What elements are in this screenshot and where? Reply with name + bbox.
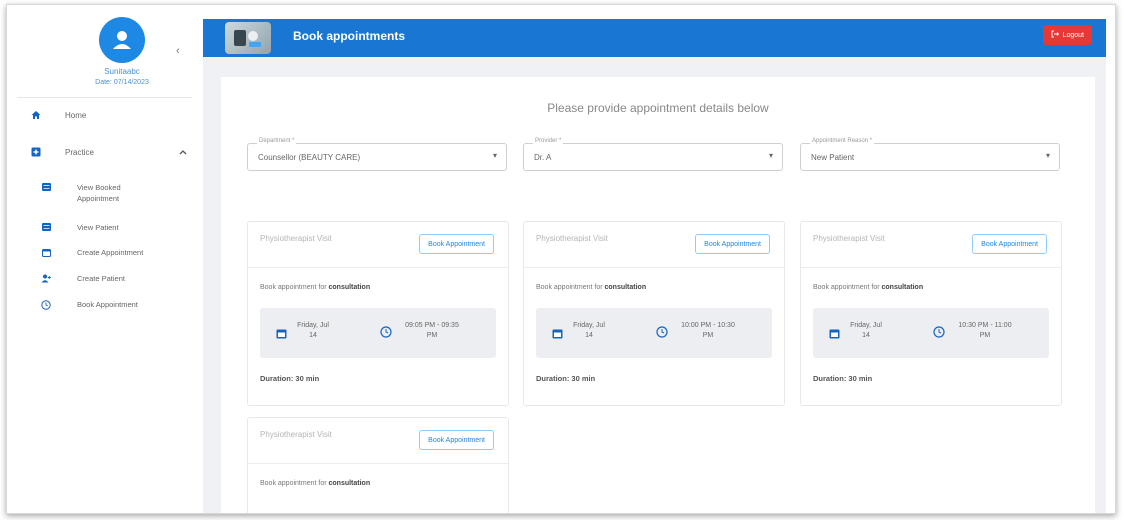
appointment-reason-select[interactable]: Appointment Reason * New Patient ▾ (800, 138, 1060, 171)
book-appointment-button[interactable]: Book Appointment (419, 234, 494, 254)
desc-bold: consultation (604, 284, 647, 291)
time-slot[interactable]: Friday, Jul 14 10:00 PM - 10:30 PM (536, 308, 772, 358)
logout-icon (1051, 30, 1059, 40)
appointment-card: Physiotherapist Visit Book Appointment B… (247, 221, 509, 406)
card-description: Book appointment for consultation (260, 284, 370, 291)
card-name: Physiotherapist Visit (813, 234, 885, 243)
department-select[interactable]: Department * Counsellor (BEAUTY CARE) ▾ (247, 138, 507, 171)
card-name: Physiotherapist Visit (260, 234, 332, 243)
clock-icon (380, 325, 392, 343)
list-icon (39, 222, 53, 231)
sidebar-item-create-appointment[interactable]: Create Appointment (39, 247, 143, 258)
card-duration: Duration: 30 min (260, 374, 320, 383)
logout-button[interactable]: Logout (1042, 25, 1092, 45)
chevron-up-icon (179, 147, 187, 157)
provider-label: Provider * (533, 138, 564, 144)
appointment-panel: Please provide appointment details below… (221, 77, 1095, 513)
card-header: Physiotherapist Visit Book Appointment (248, 222, 508, 268)
user-avatar-icon[interactable] (99, 17, 145, 63)
card-name: Physiotherapist Visit (536, 234, 608, 243)
desc-prefix: Book appointment for (536, 284, 603, 291)
sidebar-item-practice[interactable]: Practice (29, 147, 187, 157)
appointment-card: Physiotherapist Visit Book Appointment B… (247, 417, 509, 513)
card-duration: Duration: 30 min (813, 374, 873, 383)
slot-date: Friday, Jul 14 (850, 322, 882, 339)
appointment-reason-label: Appointment Reason * (810, 138, 875, 144)
appointment-card: Physiotherapist Visit Book Appointment B… (800, 221, 1062, 406)
slot-time: 10:00 PM - 10:30 PM (681, 322, 735, 339)
card-header: Physiotherapist Visit Book Appointment (524, 222, 784, 268)
calendar-icon (39, 247, 53, 257)
sidebar-divider (17, 97, 192, 98)
clock-icon (933, 325, 945, 343)
plus-box-icon (29, 147, 43, 157)
card-name: Physiotherapist Visit (260, 430, 332, 439)
app-header: Book appointments Logout (203, 19, 1106, 57)
slot-date: Friday, Jul 14 (297, 322, 329, 339)
time-slot[interactable]: Friday, Jul 14 09:05 PM - 09:35 PM (260, 308, 496, 358)
provider-value: Dr. A (534, 153, 552, 162)
user-name: Sunitaabc (104, 67, 140, 76)
card-header: Physiotherapist Visit Book Appointment (801, 222, 1061, 268)
clock-icon (656, 325, 668, 343)
app-window: ‹ Sunitaabc Date: 07/14/2023 Home Practi… (6, 4, 1116, 514)
sidebar-item-label: View Booked Appointment (77, 183, 121, 203)
sidebar-item-home[interactable]: Home (29, 110, 86, 120)
slot-date: Friday, Jul 14 (573, 322, 605, 339)
sidebar-item-label: Home (65, 110, 87, 120)
sidebar-item-label: Create Appointment (77, 248, 144, 257)
desc-bold: consultation (328, 284, 371, 291)
logout-label: Logout (1062, 31, 1084, 39)
home-icon (29, 110, 43, 120)
list-icon (39, 182, 53, 191)
desc-prefix: Book appointment for (260, 284, 327, 291)
department-value: Counsellor (BEAUTY CARE) (258, 153, 361, 162)
user-date: Date: 07/14/2023 (95, 79, 149, 86)
card-duration: Duration: 30 min (536, 374, 596, 383)
calendar-icon (829, 326, 840, 344)
dropdown-arrow-icon: ▾ (768, 151, 773, 160)
desc-bold: consultation (328, 480, 371, 487)
page-title: Book appointments (293, 29, 406, 43)
sidebar-item-view-booked-appointment[interactable]: View Booked Appointment (39, 182, 147, 204)
department-label: Department * (257, 138, 297, 144)
dropdown-arrow-icon: ▾ (492, 151, 497, 160)
card-description: Book appointment for consultation (260, 480, 370, 487)
dropdown-arrow-icon: ▾ (1045, 151, 1050, 160)
main-content: Please provide appointment details below… (203, 57, 1106, 513)
clock-icon (39, 299, 53, 310)
appointment-reason-value: New Patient (811, 153, 855, 162)
sidebar-item-label: Book Appointment (77, 300, 138, 309)
sidebar-item-create-patient[interactable]: Create Patient (39, 273, 125, 284)
desc-prefix: Book appointment for (813, 284, 880, 291)
calendar-icon (276, 326, 287, 344)
appointment-card: Physiotherapist Visit Book Appointment B… (523, 221, 785, 406)
sidebar-item-label: Create Patient (77, 274, 125, 283)
sidebar-collapse-button[interactable]: ‹ (176, 45, 180, 57)
sidebar-item-label: View Patient (77, 223, 119, 232)
desc-bold: consultation (881, 284, 924, 291)
person-add-icon (39, 273, 53, 283)
book-appointment-button[interactable]: Book Appointment (695, 234, 770, 254)
book-appointment-button[interactable]: Book Appointment (419, 430, 494, 450)
provider-select[interactable]: Provider * Dr. A ▾ (523, 138, 783, 171)
desc-prefix: Book appointment for (260, 480, 327, 487)
sidebar-item-book-appointment[interactable]: Book Appointment (39, 299, 138, 310)
app-logo (225, 22, 271, 54)
card-description: Book appointment for consultation (813, 284, 923, 291)
form-title: Please provide appointment details below (547, 101, 769, 115)
book-appointment-button[interactable]: Book Appointment (972, 234, 1047, 254)
sidebar-item-view-patient[interactable]: View Patient (39, 222, 119, 233)
sidebar: ‹ Sunitaabc Date: 07/14/2023 Home Practi… (7, 5, 197, 513)
slot-time: 10:30 PM - 11:00 PM (958, 322, 1012, 339)
time-slot[interactable]: Friday, Jul 14 10:30 PM - 11:00 PM (813, 308, 1049, 358)
card-header: Physiotherapist Visit Book Appointment (248, 418, 508, 464)
card-description: Book appointment for consultation (536, 284, 646, 291)
sidebar-item-label: Practice (65, 147, 94, 157)
calendar-icon (552, 326, 563, 344)
slot-time: 09:05 PM - 09:35 PM (405, 322, 459, 339)
